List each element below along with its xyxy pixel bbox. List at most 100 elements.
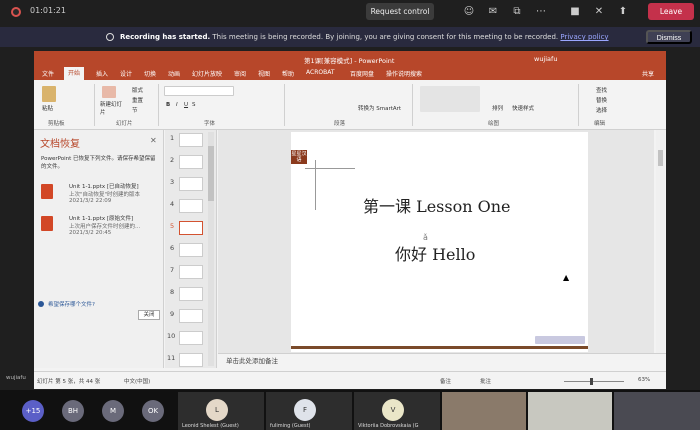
zoom-level[interactable]: 63% (638, 377, 650, 383)
font-name-box[interactable] (164, 86, 234, 96)
close-icon[interactable]: ✕ (150, 136, 157, 145)
zoom-slider[interactable] (564, 381, 624, 382)
more-options-icon[interactable]: ⋯ (534, 5, 548, 19)
camera-icon[interactable]: ■ (568, 5, 582, 19)
find-button[interactable]: 查找 (596, 86, 607, 94)
recovery-file-item[interactable]: Unit 1-1.pptx [已自动恢复] 上次"自动恢复"时创建的版本 202… (41, 182, 161, 212)
slide-thumbnail[interactable] (179, 155, 203, 169)
tab-baidu[interactable]: 百度网盘 (350, 69, 374, 78)
reset-button[interactable]: 重置 (132, 96, 143, 104)
smartart-button[interactable]: 转换为 SmartArt (358, 104, 401, 112)
participants-strip: +15 BH M OK L Leonid Shelest (Guest) F f… (0, 390, 700, 430)
recovery-file-item[interactable]: Unit 1-1.pptx [原始文件] 上次用户保存文件时创建的... 202… (41, 214, 161, 244)
tab-animations[interactable]: 动画 (168, 69, 180, 78)
chat-icon[interactable]: ✉ (486, 5, 500, 19)
tab-slideshow[interactable]: 幻灯片放映 (192, 69, 222, 78)
slide[interactable]: 星星汉语 第一课 Lesson One ǎ 你好 Hello (291, 132, 588, 352)
comments-toggle[interactable]: 批注 (480, 377, 491, 385)
slide-thumbnail[interactable] (179, 265, 203, 279)
zoom-slider-handle[interactable] (590, 378, 593, 385)
ribbon-divider (412, 84, 413, 126)
quick-styles-button[interactable]: 快速样式 (512, 104, 534, 112)
privacy-policy-link[interactable]: Privacy policy (560, 33, 608, 41)
tab-home[interactable]: 开始 (64, 67, 85, 80)
tab-view[interactable]: 视图 (258, 69, 270, 78)
bold-button[interactable]: B (166, 102, 170, 108)
participant-tile[interactable]: L Leonid Shelest (Guest) (178, 392, 264, 430)
slide-scrollbar[interactable] (656, 130, 665, 353)
logo-tag: 星星汉语 (291, 150, 307, 164)
slide-canvas: 星星汉语 第一课 Lesson One ǎ 你好 Hello (218, 130, 654, 353)
ribbon-divider (94, 84, 95, 126)
shapes-gallery[interactable] (420, 86, 480, 112)
info-icon (106, 33, 114, 41)
italic-button[interactable]: I (176, 102, 178, 108)
tell-me-search[interactable]: 操作说明搜索 (386, 69, 422, 78)
arrange-button[interactable]: 排列 (492, 104, 503, 112)
participant-avatar[interactable]: M (102, 400, 124, 422)
document-recovery-pane: 文档恢复 ✕ PowerPoint 已恢复下列文件。请保存希望保留的文件。 Un… (34, 130, 164, 368)
request-control-button[interactable]: Request control (366, 3, 434, 20)
leave-button[interactable]: Leave (648, 3, 694, 20)
slide-thumbnail[interactable] (179, 287, 203, 301)
participant-video[interactable] (528, 392, 612, 430)
slide-thumbnail[interactable] (179, 177, 203, 191)
notes-pane[interactable]: 单击此处添加备注 (218, 353, 666, 368)
thumbnail-number: 6 (170, 244, 175, 252)
slide-thumbnail[interactable] (179, 331, 203, 345)
scroll-thumb[interactable] (208, 146, 214, 201)
layout-button[interactable]: 版式 (132, 86, 143, 94)
participant-name: Leonid Shelest (Guest) (182, 423, 239, 429)
people-icon[interactable]: ☺ (462, 5, 476, 19)
recovery-close-button[interactable]: 关闭 (138, 310, 160, 320)
paste-button[interactable]: 粘贴 (42, 104, 53, 112)
scroll-thumb[interactable] (658, 150, 663, 166)
slide-thumbnail[interactable] (179, 199, 203, 213)
participant-video[interactable] (614, 392, 700, 430)
overflow-participants-button[interactable]: +15 (22, 400, 44, 422)
recovery-file-date: 2021/3/2 20:45 (69, 230, 112, 236)
slide-thumbnail-selected[interactable] (179, 221, 203, 235)
slide-thumbnail[interactable] (179, 353, 203, 367)
section-button[interactable]: 节 (132, 106, 138, 114)
tab-insert[interactable]: 插入 (96, 69, 108, 78)
slide-thumbnail[interactable] (179, 243, 203, 257)
thumbnail-number: 11 (167, 354, 176, 362)
which-file-help-link[interactable]: 希望保存哪个文件? (48, 300, 95, 308)
mouse-cursor-icon: ▲ (563, 273, 570, 282)
slide-title[interactable]: 第一课 Lesson One (363, 193, 511, 217)
replace-button[interactable]: 替换 (596, 96, 607, 104)
underline-button[interactable]: U (184, 102, 188, 108)
tab-file[interactable]: 文件 (42, 69, 54, 78)
breakout-rooms-icon[interactable]: ⧉ (510, 5, 524, 19)
new-slide-icon[interactable] (102, 86, 116, 98)
new-slide-button[interactable]: 新建幻灯片 (100, 100, 126, 116)
participant-video[interactable] (442, 392, 526, 430)
language-indicator[interactable]: 中文(中国) (124, 377, 150, 385)
participant-tile[interactable]: V Viktoriia Dobrovskaia (G (354, 392, 440, 430)
slide-thumbnails-pane: 1 2 3 4 5 6 7 8 9 10 11 (165, 130, 217, 368)
participant-avatar[interactable]: BH (62, 400, 84, 422)
slide-subtitle[interactable]: 你好 Hello (395, 241, 475, 265)
select-button[interactable]: 选择 (596, 106, 607, 114)
tab-review[interactable]: 审阅 (234, 69, 246, 78)
thumbnail-scrollbar[interactable] (208, 132, 214, 366)
recording-banner: Recording has started. This meeting is b… (0, 27, 700, 47)
recovery-file-date: 2021/3/2 22:09 (69, 198, 112, 204)
participant-avatar[interactable]: OK (142, 400, 164, 422)
tab-acrobat[interactable]: ACROBAT (306, 69, 335, 76)
slide-thumbnail[interactable] (179, 309, 203, 323)
dismiss-button[interactable]: Dismiss (646, 30, 692, 44)
share-screen-icon[interactable]: ⬆ (616, 5, 630, 19)
microphone-muted-icon[interactable]: ✕ (592, 5, 606, 19)
tab-help[interactable]: 帮助 (282, 69, 294, 78)
paste-icon[interactable] (42, 86, 56, 102)
share-button[interactable]: 共享 (642, 69, 654, 78)
slide-thumbnail[interactable] (179, 133, 203, 147)
notes-toggle[interactable]: 备注 (440, 377, 451, 385)
tab-transitions[interactable]: 切换 (144, 69, 156, 78)
participant-tile[interactable]: F fuliming (Guest) (266, 392, 352, 430)
tab-design[interactable]: 设计 (120, 69, 132, 78)
recording-icon (11, 7, 21, 17)
shadow-button[interactable]: S (192, 102, 196, 108)
